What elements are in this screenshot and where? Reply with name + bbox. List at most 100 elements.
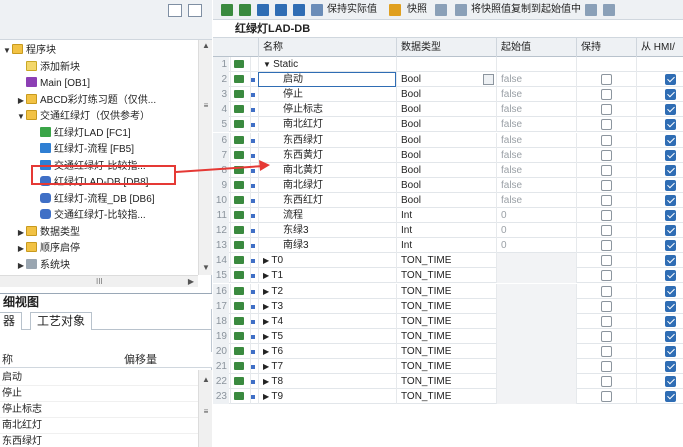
tree-item[interactable]: 红绿灯-流程 [FB5]: [30, 141, 134, 158]
retain-checkbox[interactable]: [601, 255, 612, 267]
header-retain[interactable]: 保持: [576, 38, 636, 57]
table-row[interactable]: 1 ▼ Static: [213, 57, 683, 72]
header-name[interactable]: 名称: [258, 38, 396, 57]
name-cell[interactable]: ▶ T5: [258, 328, 396, 344]
header-type[interactable]: 数据类型: [396, 38, 496, 57]
type-cell[interactable]: TON_TIME: [396, 313, 496, 329]
name-cell[interactable]: ▼ Static: [258, 57, 396, 72]
tree-item[interactable]: ▶ 系统块: [16, 257, 70, 274]
start-value-cell[interactable]: [496, 313, 576, 329]
scroll-up-icon[interactable]: ▲: [199, 374, 213, 386]
scroll-grip-icon[interactable]: ≡: [199, 406, 213, 418]
name-cell[interactable]: 流程: [258, 208, 396, 223]
table-row[interactable]: 15 ▶ T1 TON_TIME: [213, 268, 683, 284]
start-value-cell[interactable]: [496, 328, 576, 344]
type-cell[interactable]: Bool: [396, 162, 496, 178]
name-cell[interactable]: ▶ T9: [258, 389, 396, 405]
name-cell[interactable]: 南北绿灯: [258, 177, 396, 193]
detail-row[interactable]: 停止: [0, 386, 198, 402]
retain-checkbox[interactable]: [601, 361, 612, 372]
start-value-cell[interactable]: false: [496, 72, 576, 88]
hmi-checkbox[interactable]: [665, 179, 676, 191]
table-row[interactable]: 3 停止 Bool false: [213, 87, 683, 103]
hmi-checkbox[interactable]: [665, 330, 676, 342]
hmi-checkbox[interactable]: [665, 240, 676, 252]
table-row[interactable]: 13 南绿3 Int 0: [213, 238, 683, 254]
table-row[interactable]: 2 启动 Bool false: [213, 72, 683, 88]
tree-item[interactable]: 添加新块: [16, 59, 80, 76]
retain-checkbox[interactable]: [601, 285, 612, 297]
tab-partial[interactable]: 器: [0, 312, 23, 330]
hmi-checkbox[interactable]: [665, 149, 676, 161]
retain-checkbox[interactable]: [601, 330, 612, 342]
scroll-up-icon[interactable]: ▲: [199, 40, 213, 52]
expand-all-icon[interactable]: [257, 4, 269, 16]
start-value-cell[interactable]: [496, 57, 576, 72]
type-cell[interactable]: Bool: [396, 132, 496, 148]
name-cell[interactable]: 启动: [258, 72, 396, 88]
hmi-checkbox[interactable]: [665, 119, 676, 131]
retain-checkbox[interactable]: [601, 134, 612, 146]
hmi-checkbox[interactable]: [665, 194, 676, 206]
name-cell[interactable]: 南绿3: [258, 238, 396, 254]
start-value-cell[interactable]: false: [496, 117, 576, 133]
start-value-cell[interactable]: false: [496, 132, 576, 148]
type-cell[interactable]: Bool: [396, 147, 496, 163]
type-cell[interactable]: Bool: [396, 72, 496, 88]
copy-icon[interactable]: [435, 4, 447, 16]
type-cell[interactable]: TON_TIME: [396, 268, 496, 284]
start-value-cell[interactable]: 0: [496, 238, 576, 254]
expand-down-icon[interactable]: ▼: [2, 42, 12, 59]
start-value-cell[interactable]: [496, 268, 576, 284]
retain-checkbox[interactable]: [601, 300, 612, 312]
name-cell[interactable]: 东西红灯: [258, 192, 396, 208]
name-cell[interactable]: ▶ T8: [258, 374, 396, 390]
add-row-icon[interactable]: [239, 4, 251, 16]
type-picker-icon[interactable]: [483, 74, 494, 86]
name-cell[interactable]: ▶ T7: [258, 359, 396, 374]
type-cell[interactable]: Bool: [396, 192, 496, 208]
retain-checkbox[interactable]: [601, 164, 612, 176]
name-cell[interactable]: ▶ T0: [258, 253, 396, 269]
tree-item[interactable]: ▶ 顺序启停: [16, 240, 80, 257]
hmi-checkbox[interactable]: [665, 391, 676, 403]
tree-item[interactable]: ▶ 数据类型: [16, 224, 80, 241]
retain-checkbox[interactable]: [601, 179, 612, 191]
hmi-checkbox[interactable]: [665, 270, 676, 282]
start-value-cell[interactable]: 0: [496, 223, 576, 239]
table-row[interactable]: 20 ▶ T6 TON_TIME: [213, 343, 683, 359]
tree-item[interactable]: 红绿灯LAD [FC1]: [30, 125, 131, 142]
tree-item[interactable]: ▶ ABCD彩灯练习题（仅供...: [16, 92, 156, 109]
retain-checkbox[interactable]: [601, 210, 612, 221]
name-cell[interactable]: 东西黄灯: [258, 147, 396, 163]
type-cell[interactable]: TON_TIME: [396, 343, 496, 359]
scroll-right-icon[interactable]: ▶: [184, 276, 198, 288]
retain-checkbox[interactable]: [601, 270, 612, 282]
expand-right-icon[interactable]: ▶: [16, 224, 26, 241]
start-value-cell[interactable]: false: [496, 87, 576, 103]
load-icon[interactable]: [585, 4, 597, 16]
snapshot-icon[interactable]: [389, 4, 401, 16]
list-view-icon[interactable]: [188, 4, 202, 17]
retain-checkbox[interactable]: [601, 225, 612, 237]
table-row[interactable]: 14 ▶ T0 TON_TIME: [213, 253, 683, 269]
table-row[interactable]: 6 东西绿灯 Bool false: [213, 132, 683, 148]
table-row[interactable]: 22 ▶ T8 TON_TIME: [213, 374, 683, 390]
name-cell[interactable]: 东西绿灯: [258, 132, 396, 148]
table-row[interactable]: 23 ▶ T9 TON_TIME: [213, 389, 683, 405]
detail-row[interactable]: 停止标志: [0, 402, 198, 418]
hmi-checkbox[interactable]: [665, 255, 676, 267]
detail-row[interactable]: 南北红灯: [0, 418, 198, 434]
start-value-cell[interactable]: [496, 253, 576, 269]
header-hmi[interactable]: 从 HMI/: [636, 38, 683, 57]
name-cell[interactable]: 停止: [258, 87, 396, 103]
hmi-checkbox[interactable]: [665, 300, 676, 312]
expand-right-icon[interactable]: ▶: [16, 92, 26, 109]
type-cell[interactable]: Bool: [396, 177, 496, 193]
retain-checkbox[interactable]: [601, 119, 612, 131]
retain-checkbox[interactable]: [601, 391, 612, 403]
hmi-checkbox[interactable]: [665, 74, 676, 86]
table-row[interactable]: 19 ▶ T5 TON_TIME: [213, 328, 683, 344]
table-row[interactable]: 16 ▶ T2 TON_TIME: [213, 283, 683, 299]
scroll-grip-icon[interactable]: ≡: [199, 100, 213, 112]
